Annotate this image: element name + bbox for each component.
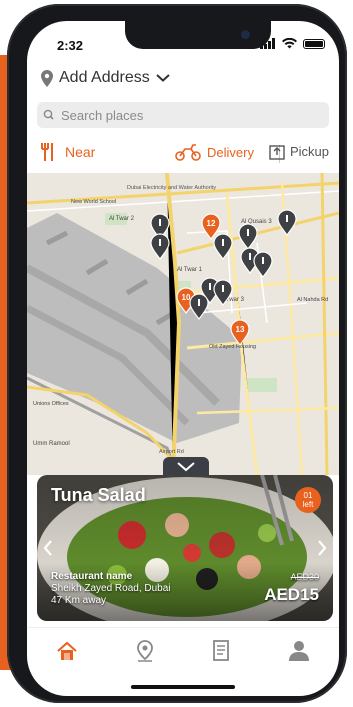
phone-frame: 2:32 Add Address Near [7,4,347,703]
marker-glyph [286,215,288,222]
location-pin-icon [137,639,153,662]
tab-home[interactable] [56,641,78,666]
previous-arrow-button[interactable] [41,537,55,559]
app-screen: 2:32 Add Address Near [27,21,339,696]
scooter-icon [175,144,201,161]
location-pin-icon [41,69,53,87]
next-arrow-button[interactable] [315,537,329,559]
map-label: Old Zayed Housing [209,344,256,350]
map-label: Dubai Electricity and Water Authority [127,185,216,191]
restaurant-info: Restaurant name Sheikh Zayed Road, Dubai… [51,571,171,607]
pickup-tab[interactable]: Pickup [269,143,329,160]
marker-label: 12 [207,219,216,228]
filter-bar: Near Delivery Pickup [27,139,339,169]
map-label: Al Nahda Rd [297,297,328,303]
status-time: 2:32 [57,38,84,53]
tab-orders[interactable] [212,640,230,666]
map-label: Al Twar 1 [177,267,203,273]
orders-icon [213,640,229,661]
wifi-icon [282,38,297,49]
tab-map[interactable] [136,639,154,667]
home-indicator [131,685,235,689]
map-label: New World School [71,199,116,205]
map-view[interactable]: Dubai Electricity and Water Authority Al… [27,173,339,475]
map-label: Umm Ramool [33,441,70,447]
marker-label: 10 [182,293,191,302]
marker-glyph [222,239,224,246]
badge-suffix: left [302,500,314,509]
battery-icon [303,38,325,49]
status-icons [260,38,325,49]
pickup-label: Pickup [290,144,330,159]
featured-dish-card[interactable]: Tuna Salad 01 left Restaurant name Sheik… [37,475,333,621]
badge-count: 01 [303,491,313,500]
marker-glyph [159,219,161,226]
tab-profile[interactable] [288,640,310,666]
chevron-right-icon [318,540,327,556]
search-icon [43,109,54,120]
restaurant-name: Restaurant name [51,571,133,582]
dish-title: Tuna Salad [51,485,146,505]
collapse-map-toggle[interactable] [163,457,209,477]
profile-icon [289,641,309,661]
marker-glyph [159,239,161,246]
address-selector[interactable]: Add Address [41,69,170,87]
current-price: AED15 [264,585,319,604]
chevron-left-icon [43,540,52,556]
address-label: Add Address [59,69,150,86]
chevron-down-icon [156,74,170,82]
map-label: Unions Offices [33,401,69,407]
delivery-tab[interactable]: Delivery [175,143,254,161]
original-price: AED30 [290,572,319,582]
marker-glyph [247,229,249,236]
chevron-down-icon [177,462,195,472]
map-canvas: Dubai Electricity and Water Authority Al… [27,173,339,475]
marker-glyph [198,299,200,306]
utensils-icon [41,143,53,161]
pickup-box-icon [269,145,285,160]
near-filter-button[interactable]: Near [41,143,95,161]
home-icon [57,641,77,660]
restaurant-distance: 47 Km away [51,595,107,606]
marker-glyph [222,285,224,292]
camera-icon [241,30,250,39]
restaurant-location: Sheikh Zayed Road, Dubai [51,583,171,594]
remaining-count-badge: 01 left [295,487,321,513]
map-label: Al Twar 2 [109,216,135,222]
marker-glyph [249,253,251,260]
near-label: Near [65,144,96,160]
marker-label: 13 [236,325,245,334]
bottom-tab-bar [27,627,339,678]
marker-glyph [262,257,264,264]
delivery-label: Delivery [207,144,254,160]
map-label: Airport Rd [159,449,184,455]
search-input[interactable] [59,106,313,124]
phone-notch [125,21,271,49]
search-bar [37,102,329,128]
marker-glyph [209,283,211,290]
